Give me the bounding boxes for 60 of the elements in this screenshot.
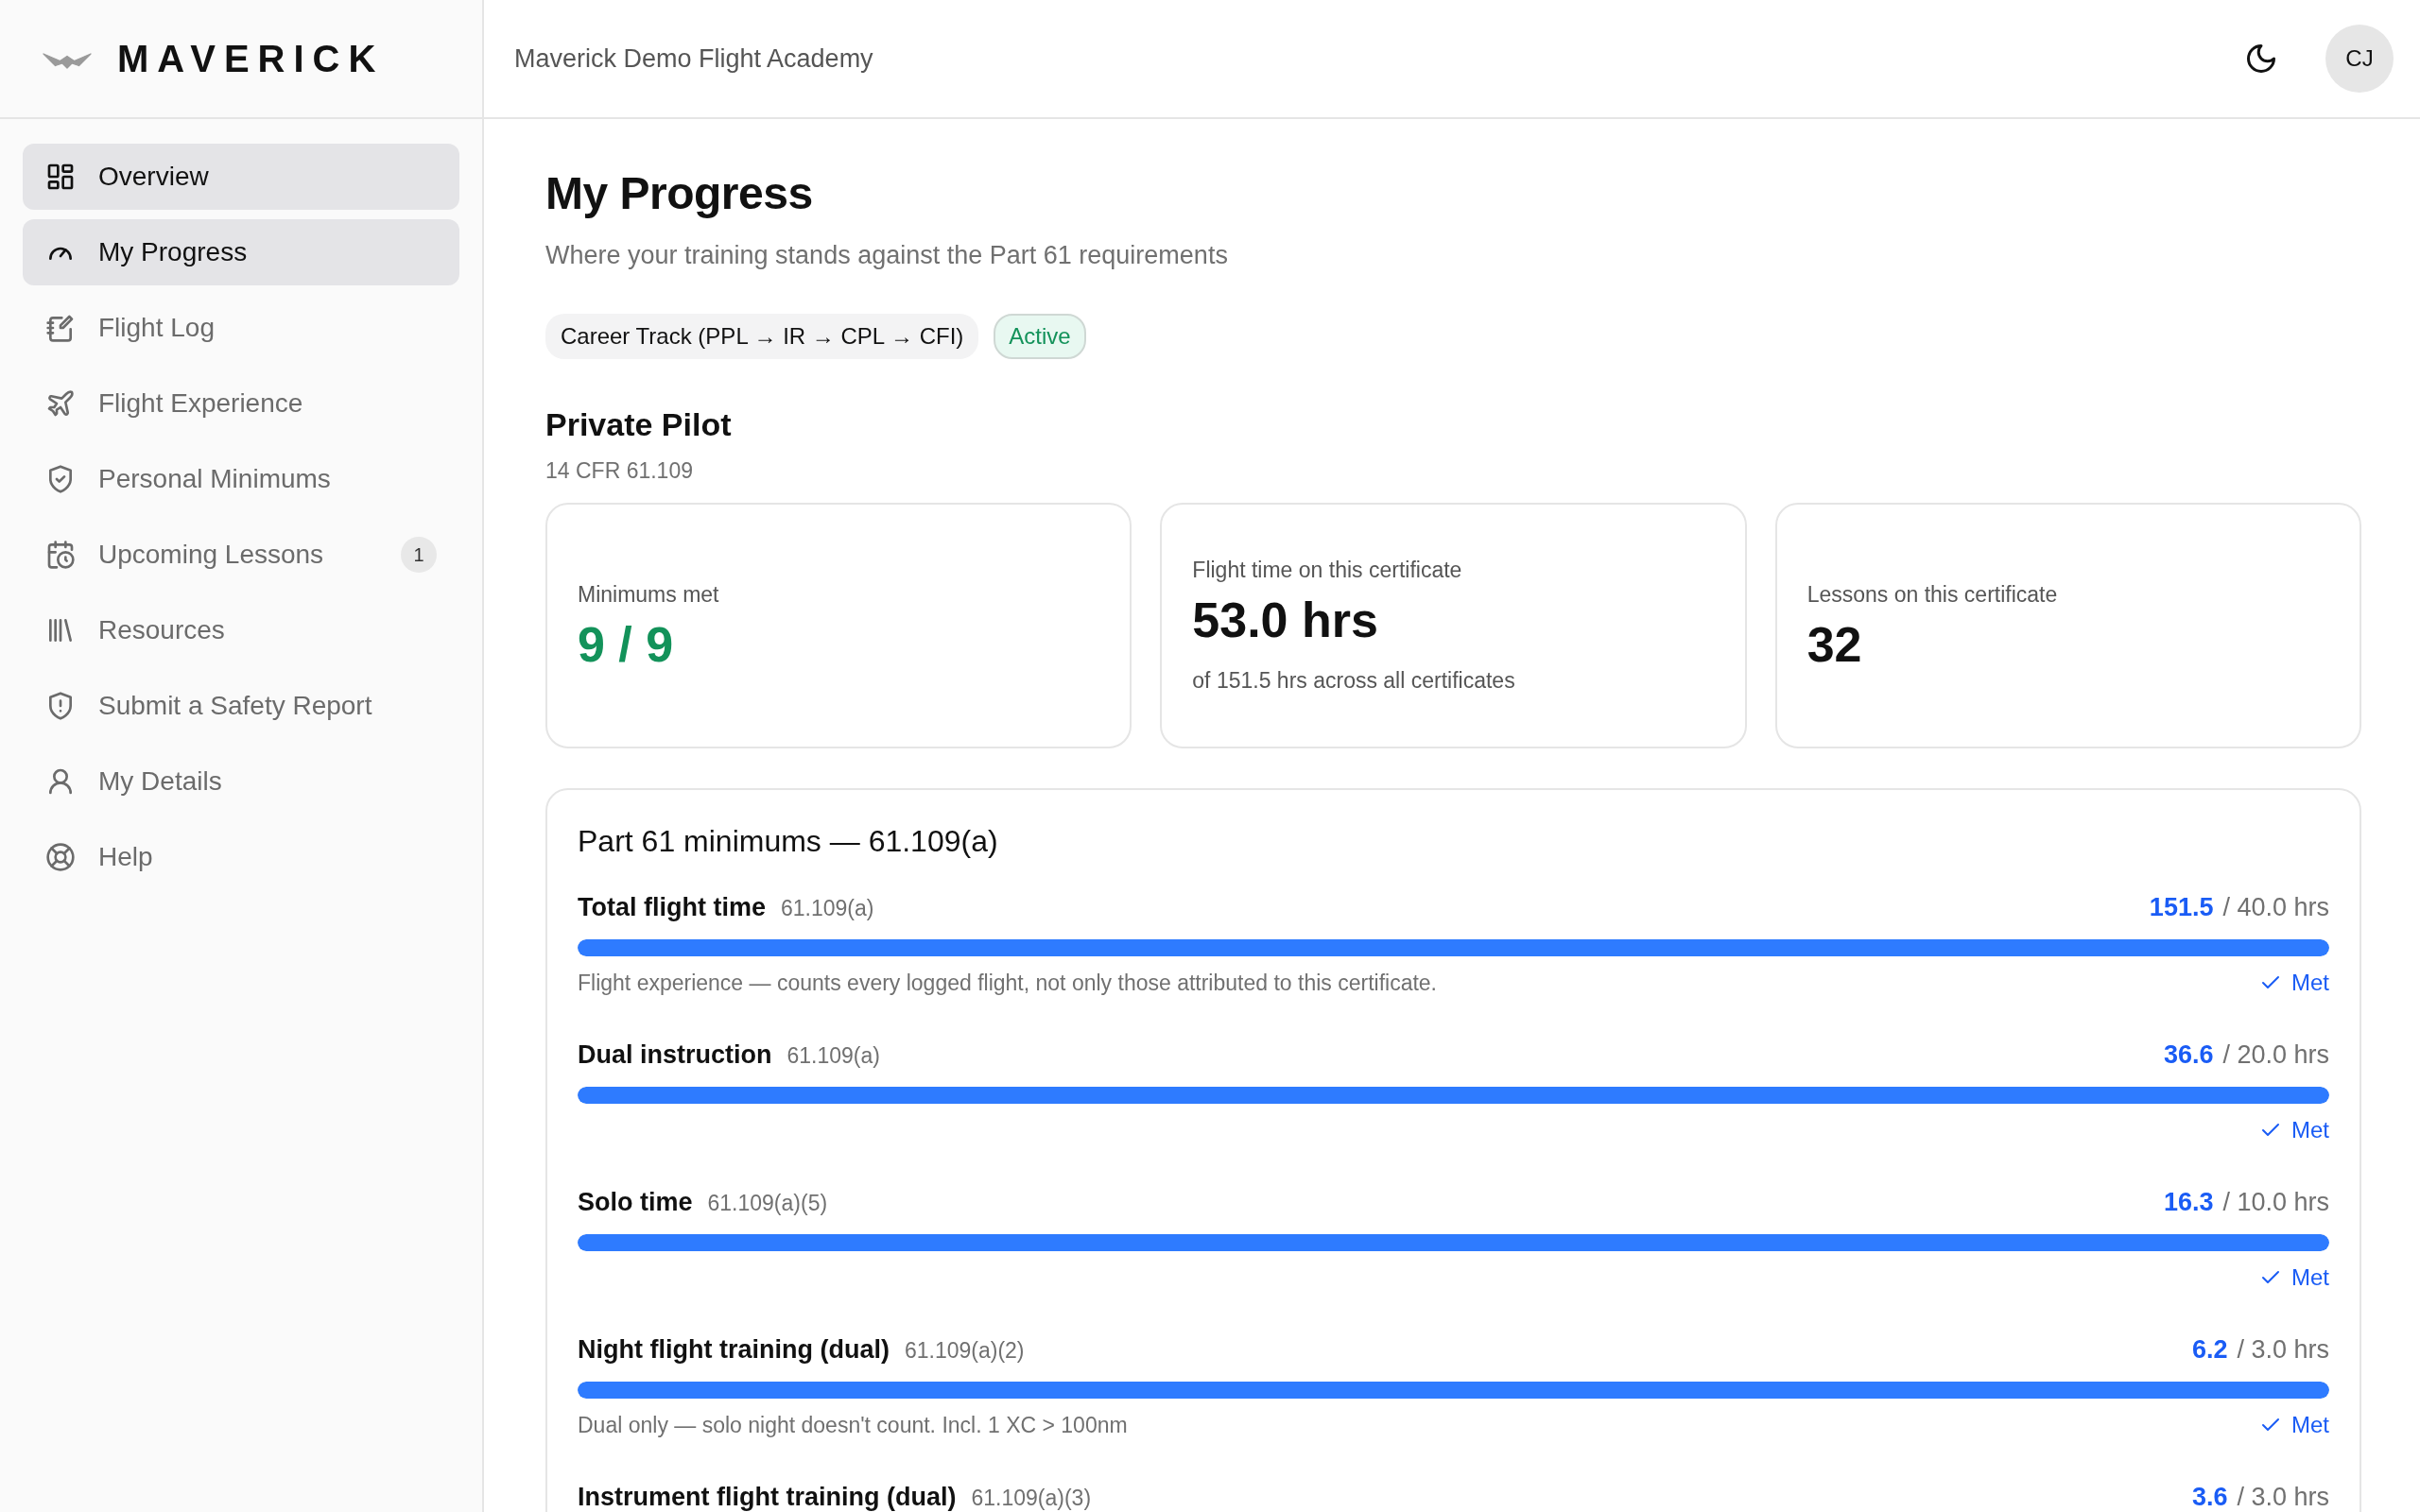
- card-title: Part 61 minimums — 61.109(a): [578, 822, 999, 860]
- stat-label: Minimums met: [578, 580, 720, 609]
- track-tag: Career Track (PPL → IR → CPL → CFI): [545, 314, 979, 360]
- stat-value: 32: [1806, 618, 1863, 673]
- requirement-note: Flight experience — counts every logged flight, not only those attributed to this certificate.: [578, 969, 1437, 997]
- stat-value: 9 / 9: [578, 618, 675, 673]
- count-badge: 1: [401, 537, 437, 573]
- stat-label: Flight time on this certificate: [1192, 556, 1463, 584]
- met-status: Met: [2259, 1113, 2329, 1148]
- requirement-label: Night flight training (dual): [578, 1333, 890, 1366]
- logged-value: 6.2: [2191, 1333, 2228, 1366]
- required-value: / 10.0 hrs: [2222, 1186, 2329, 1218]
- regulation-code: 61.109(a): [781, 894, 874, 922]
- page-subtitle: Where your training stands against the Part 61 requirements: [545, 239, 1229, 271]
- regulation-code: 61.109(a): [786, 1041, 880, 1070]
- calendar-clock-icon: [45, 540, 76, 570]
- logged-value: 36.6: [2163, 1039, 2214, 1071]
- certificate-title: Private Pilot: [545, 405, 733, 445]
- sidebar-item[interactable]: Personal Minimums: [23, 446, 459, 512]
- stat-note: of 151.5 hrs across all certificates: [1192, 667, 1516, 696]
- logged-value: 16.3: [2163, 1186, 2214, 1218]
- sidebar-item[interactable]: My Progress: [23, 219, 459, 285]
- met-status: Met: [2259, 1261, 2329, 1296]
- regulation-code: 61.109(a)(3): [971, 1484, 1092, 1512]
- sidebar-item[interactable]: My Details: [23, 748, 459, 815]
- logged-value: 151.5: [2149, 891, 2214, 923]
- met-status: Met: [2259, 966, 2329, 1001]
- status-tag: Active: [994, 314, 1086, 360]
- requirement-label: Solo time: [578, 1186, 693, 1218]
- logged-value: 3.6: [2191, 1481, 2228, 1512]
- sidebar-item[interactable]: Upcoming Lessons 1: [23, 522, 459, 588]
- requirement-label: Dual instruction: [578, 1039, 772, 1071]
- sidebar-item[interactable]: Flight Experience: [23, 370, 459, 437]
- moon-icon[interactable]: [2244, 42, 2278, 76]
- requirement-label: Total flight time: [578, 891, 766, 923]
- stat-value: 53.0 hrs: [1192, 593, 1379, 648]
- lifebuoy-icon: [45, 842, 76, 872]
- required-value: / 3.0 hrs: [2237, 1333, 2329, 1366]
- stat-label: Lessons on this certificate: [1806, 580, 2059, 609]
- plane-icon: [45, 388, 76, 419]
- sidebar-item[interactable]: Resources: [23, 597, 459, 663]
- regulation-code: 61.109(a)(2): [904, 1336, 1025, 1365]
- academy-name: Maverick Demo Flight Academy: [514, 43, 873, 75]
- sidebar-item[interactable]: Help: [23, 824, 459, 890]
- required-value: / 40.0 hrs: [2222, 891, 2329, 923]
- sidebar-item[interactable]: Overview: [23, 144, 459, 210]
- sidebar-item[interactable]: Flight Log: [23, 295, 459, 361]
- requirement-label: Instrument flight training (dual): [578, 1481, 957, 1512]
- met-status: Met: [2259, 1408, 2329, 1443]
- grid-icon: [45, 162, 76, 192]
- regulation-code: 61.109(a)(5): [707, 1189, 828, 1217]
- sidebar-item[interactable]: Submit a Safety Report: [23, 673, 459, 739]
- certificate-reference: 14 CFR 61.109: [545, 457, 694, 486]
- requirement-note: Dual only — solo night doesn't count. Incl. 1 XC > 100nm: [578, 1411, 1128, 1439]
- required-value: / 3.0 hrs: [2237, 1481, 2329, 1512]
- notebook-pen-icon: [45, 313, 76, 343]
- brand-name: MAVERICK: [117, 37, 385, 81]
- page-title: My Progress: [545, 167, 814, 220]
- required-value: / 20.0 hrs: [2222, 1039, 2329, 1071]
- user-avatar[interactable]: CJ: [2325, 25, 2394, 93]
